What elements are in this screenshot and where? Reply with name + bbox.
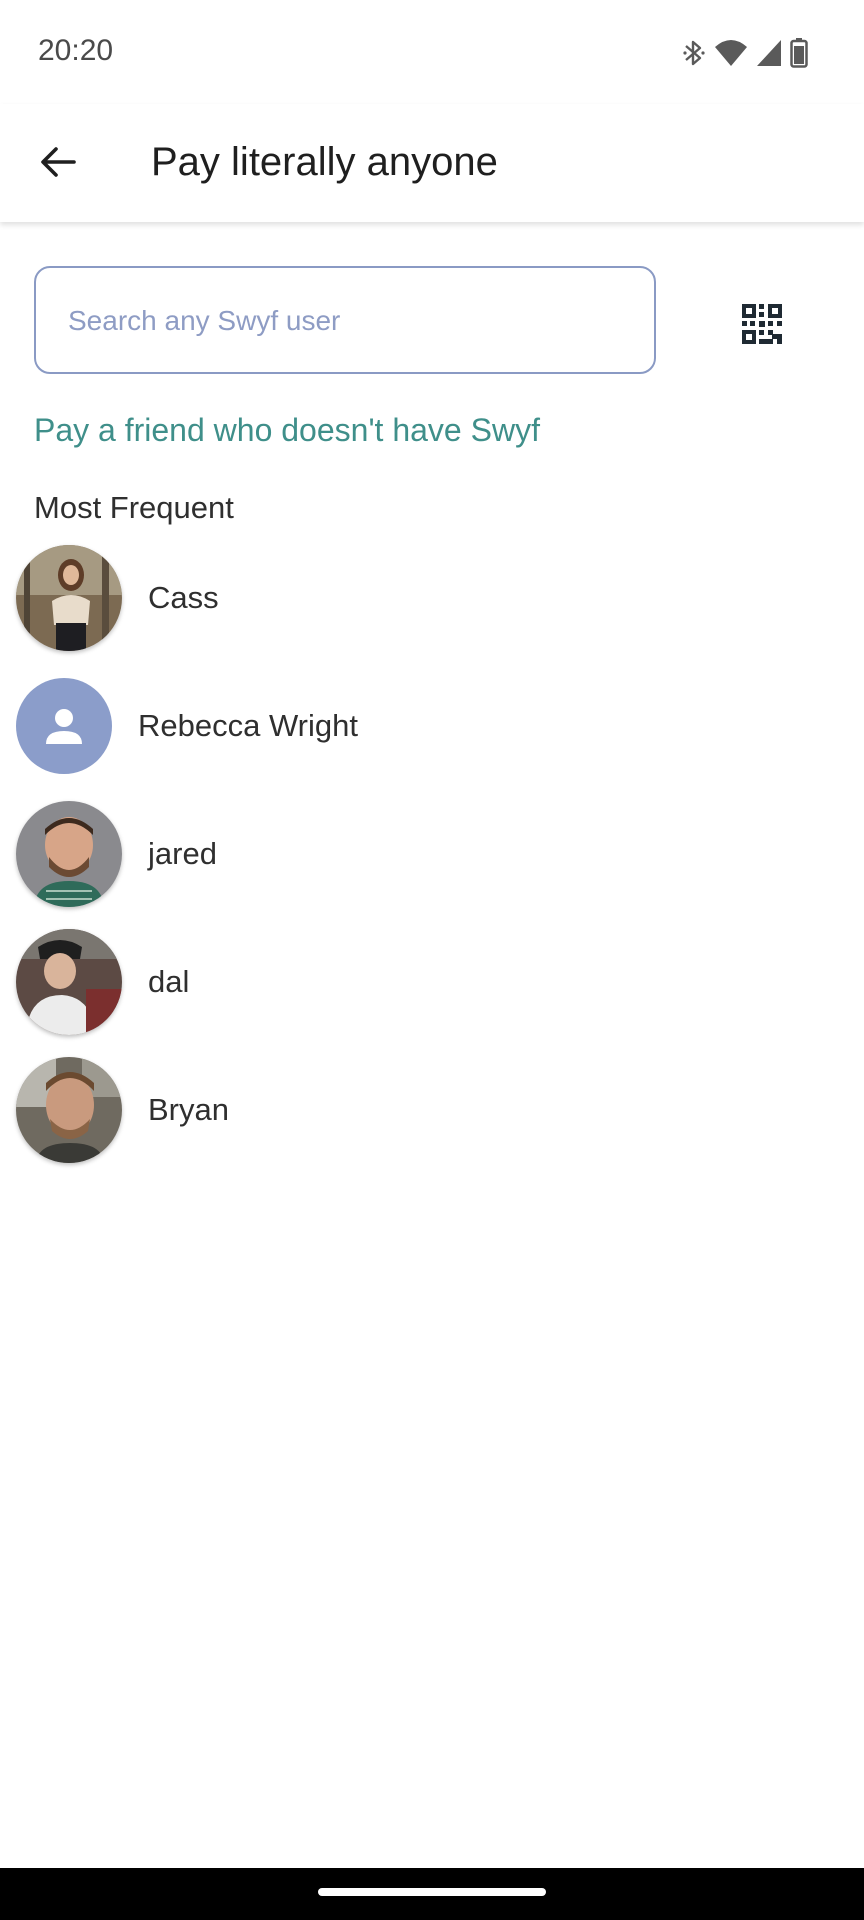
qr-scan-button[interactable]: [738, 302, 786, 350]
contact-name: Rebecca Wright: [138, 708, 358, 743]
contact-name: dal: [148, 964, 190, 999]
status-icons: [682, 36, 808, 70]
avatar: [16, 545, 122, 651]
bluetooth-icon: [682, 38, 706, 68]
contact-item-bryan[interactable]: Bryan: [0, 1050, 864, 1170]
contact-name: jared: [148, 836, 217, 871]
search-field[interactable]: [34, 266, 656, 374]
contact-item-cass[interactable]: Cass: [0, 538, 864, 658]
avatar: [16, 929, 122, 1035]
battery-icon: [790, 38, 808, 68]
default-person-icon: [16, 678, 112, 774]
qr-code-icon: [742, 303, 782, 349]
cellular-signal-icon: [756, 39, 782, 67]
most-frequent-heading: Most Frequent: [34, 490, 234, 525]
screen: 20:20 Pay literally anyone Search any Sw…: [0, 0, 864, 1920]
navigation-bar: [0, 1868, 864, 1920]
contact-item-jared[interactable]: jared: [0, 794, 864, 914]
invite-friend-link[interactable]: Pay a friend who doesn't have Swyf: [34, 412, 540, 449]
arrow-back-icon: [38, 142, 78, 187]
back-button[interactable]: [26, 132, 90, 196]
contact-item-rebecca-wright[interactable]: Rebecca Wright: [0, 666, 864, 786]
contact-name: Bryan: [148, 1092, 229, 1127]
contact-name: Cass: [148, 580, 219, 615]
status-bar: 20:20: [0, 0, 864, 104]
status-time: 20:20: [38, 34, 114, 67]
page-title: Pay literally anyone: [151, 140, 498, 184]
avatar: [16, 1057, 122, 1163]
wifi-icon: [714, 39, 748, 67]
search-input[interactable]: [66, 268, 630, 374]
avatar: [16, 801, 122, 907]
contact-item-dal[interactable]: dal: [0, 922, 864, 1042]
app-bar: Pay literally anyone: [0, 104, 864, 222]
home-indicator[interactable]: [318, 1888, 546, 1896]
